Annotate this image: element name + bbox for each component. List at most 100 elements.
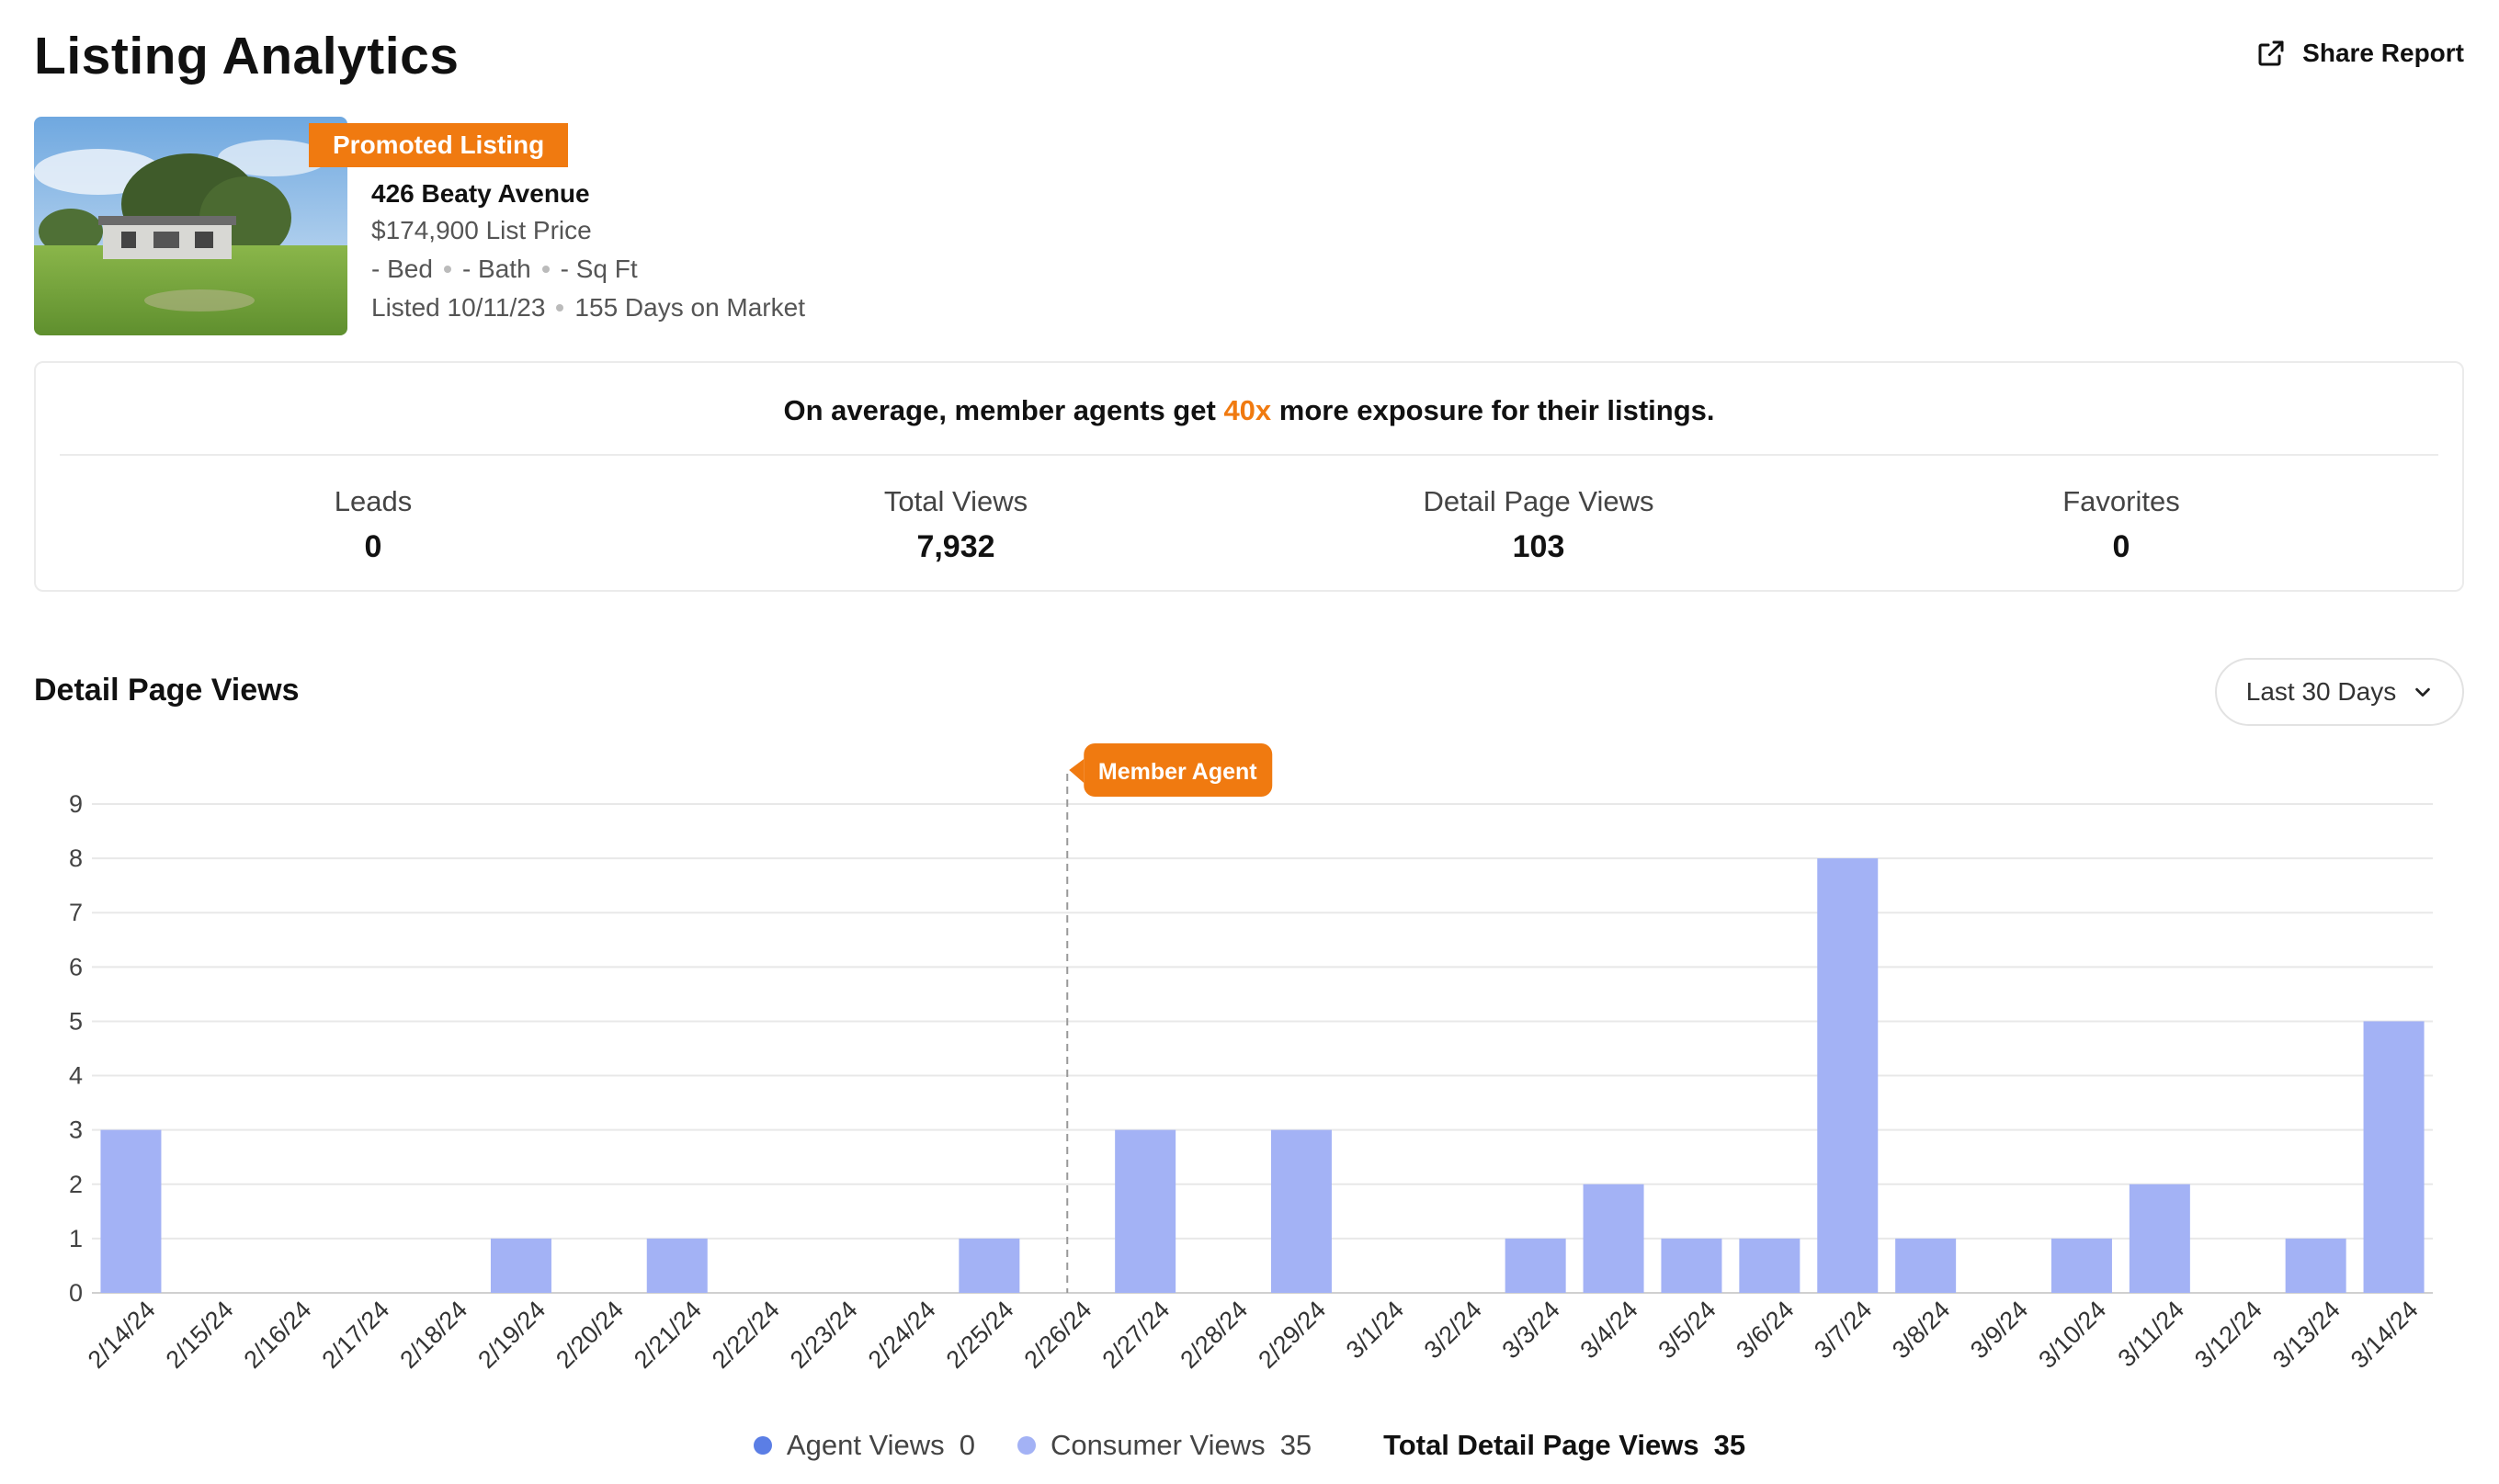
consumer-views-bar[interactable] [1583, 1184, 1644, 1293]
y-tick-label: 8 [69, 844, 83, 872]
stat-favorites: Favorites 0 [1937, 485, 2305, 565]
x-tick-label: 2/28/24 [1175, 1296, 1253, 1374]
legend-total: Total Detail Page Views 35 [1383, 1429, 1745, 1462]
x-tick-label: 3/2/24 [1419, 1296, 1487, 1364]
sqft-text: - Sq Ft [560, 255, 638, 283]
consumer-views-bar[interactable] [490, 1238, 551, 1293]
x-tick-label: 2/23/24 [785, 1296, 863, 1374]
x-tick-label: 3/9/24 [1965, 1296, 2033, 1364]
x-tick-label: 2/20/24 [551, 1296, 629, 1374]
stats-card: On average, member agents get 40x more e… [34, 361, 2464, 592]
consumer-views-bar[interactable] [646, 1238, 708, 1293]
x-tick-label: 2/14/24 [83, 1296, 161, 1374]
x-tick-label: 2/17/24 [316, 1296, 394, 1374]
chevron-down-icon [2415, 687, 2430, 697]
consumer-views-bar[interactable] [2129, 1184, 2190, 1293]
y-tick-label: 1 [69, 1225, 83, 1252]
legend-consumer-views[interactable]: Consumer Views 35 [1017, 1429, 1312, 1462]
stat-total-views: Total Views 7,932 [772, 485, 1140, 565]
total-views-label: Total Detail Page Views [1383, 1429, 1699, 1461]
x-tick-label: 3/14/24 [2346, 1296, 2424, 1374]
share-icon [2258, 40, 2284, 66]
total-views-value: 35 [1713, 1429, 1746, 1461]
stats-divider [60, 454, 2438, 456]
x-tick-label: 3/5/24 [1653, 1296, 1721, 1364]
stat-label: Leads [334, 485, 413, 517]
x-tick-label: 3/1/24 [1341, 1296, 1409, 1364]
consumer-views-bar[interactable] [2285, 1238, 2346, 1293]
consumer-views-bar[interactable] [2050, 1238, 2112, 1293]
consumer-views-bar[interactable] [100, 1129, 162, 1293]
share-report-button[interactable]: Share Report [2255, 37, 2464, 70]
x-tick-label: 2/29/24 [1253, 1296, 1331, 1374]
agent-views-swatch [753, 1436, 772, 1455]
x-tick-label: 3/7/24 [1809, 1296, 1877, 1364]
stat-label: Favorites [2062, 485, 2180, 517]
promo-highlight: 40x [1223, 394, 1272, 426]
consumer-views-bar[interactable] [1661, 1238, 1722, 1293]
date-range-value: Last 30 Days [2245, 677, 2397, 706]
page-title: Listing Analytics [34, 27, 460, 85]
separator-dot [556, 304, 564, 312]
y-tick-label: 4 [69, 1062, 83, 1090]
consumer-views-bar[interactable] [1817, 858, 1879, 1293]
consumer-views-bar[interactable] [1739, 1238, 1800, 1293]
legend-agent-views[interactable]: Agent Views 0 [753, 1429, 975, 1462]
y-tick-label: 9 [69, 790, 83, 818]
chart-section-title: Detail Page Views [34, 673, 300, 708]
stat-value: 7,932 [916, 529, 995, 564]
x-tick-label: 3/3/24 [1497, 1296, 1565, 1364]
promo-text-before: On average, member agents get [783, 394, 1216, 426]
stat-value: 103 [1512, 529, 1565, 564]
consumer-views-bar[interactable] [1115, 1129, 1176, 1293]
y-tick-label: 7 [69, 899, 83, 926]
x-tick-label: 2/25/24 [941, 1296, 1019, 1374]
y-tick-label: 3 [69, 1116, 83, 1144]
x-tick-label: 2/27/24 [1096, 1296, 1175, 1374]
x-tick-label: 3/13/24 [2267, 1296, 2346, 1374]
consumer-views-bar[interactable] [1505, 1238, 1566, 1293]
x-tick-label: 3/6/24 [1731, 1296, 1799, 1364]
agent-views-value: 0 [959, 1429, 975, 1461]
bath-text: - Bath [461, 255, 531, 283]
x-tick-label: 3/11/24 [2113, 1296, 2190, 1373]
stat-leads: Leads 0 [189, 485, 557, 565]
consumer-views-label: Consumer Views [1050, 1429, 1266, 1461]
stat-value: 0 [2112, 529, 2130, 564]
member-agent-pointer [1069, 759, 1085, 783]
x-tick-label: 2/15/24 [161, 1296, 239, 1374]
stat-value: 0 [364, 529, 382, 564]
separator-dot [541, 266, 550, 273]
stat-label: Total Views [883, 485, 1028, 517]
consumer-views-bar[interactable] [2363, 1021, 2425, 1293]
x-tick-label: 3/12/24 [2189, 1296, 2267, 1374]
consumer-views-value: 35 [1279, 1429, 1312, 1461]
y-tick-label: 0 [69, 1279, 83, 1307]
x-tick-label: 3/10/24 [2033, 1296, 2111, 1374]
bar-chart: 01234567892/14/24 2/15/24 2/16/24 2/17/24 2/… [69, 743, 2433, 1374]
detail-page-views-chart: 0 1 2 3 4 5 6 7 8 9 2/14/24 2/15/24 2/16/24 2/17/24 2/… [0, 726, 2499, 1406]
consumer-views-swatch [1017, 1436, 1036, 1455]
promoted-listing-badge: Promoted Listing [309, 123, 569, 167]
exposure-promo-text: On average, member agents get 40x more e… [36, 394, 2462, 427]
days-on-market-text: 155 Days on Market [574, 293, 805, 322]
listed-date-text: Listed 10/11/23 [371, 293, 546, 322]
x-tick-label: 2/18/24 [394, 1296, 472, 1374]
x-tick-label: 2/24/24 [863, 1296, 941, 1374]
stat-label: Detail Page Views [1423, 485, 1654, 517]
x-tick-label: 2/26/24 [1019, 1296, 1097, 1374]
listing-address[interactable]: 426 Beaty Avenue [371, 179, 590, 209]
consumer-views-bar[interactable] [1895, 1238, 1957, 1293]
y-tick-label: 2 [69, 1171, 83, 1198]
listing-summary: Promoted Listing 426 Beaty Avenue $174,9… [34, 117, 953, 335]
consumer-views-bar[interactable] [959, 1238, 1020, 1293]
y-tick-label: 5 [69, 1007, 83, 1035]
listing-specs: - Bed - Bath - Sq Ft [371, 255, 638, 284]
listing-photo[interactable] [34, 117, 347, 335]
chart-legend: Agent Views 0 Consumer Views 35 Total De… [0, 1429, 2499, 1462]
date-range-dropdown[interactable]: Last 30 Days [2215, 658, 2464, 726]
consumer-views-bar[interactable] [1270, 1129, 1332, 1293]
member-agent-label: Member Agent [1098, 759, 1257, 785]
x-tick-label: 2/22/24 [707, 1296, 785, 1374]
x-tick-label: 2/16/24 [239, 1296, 317, 1374]
